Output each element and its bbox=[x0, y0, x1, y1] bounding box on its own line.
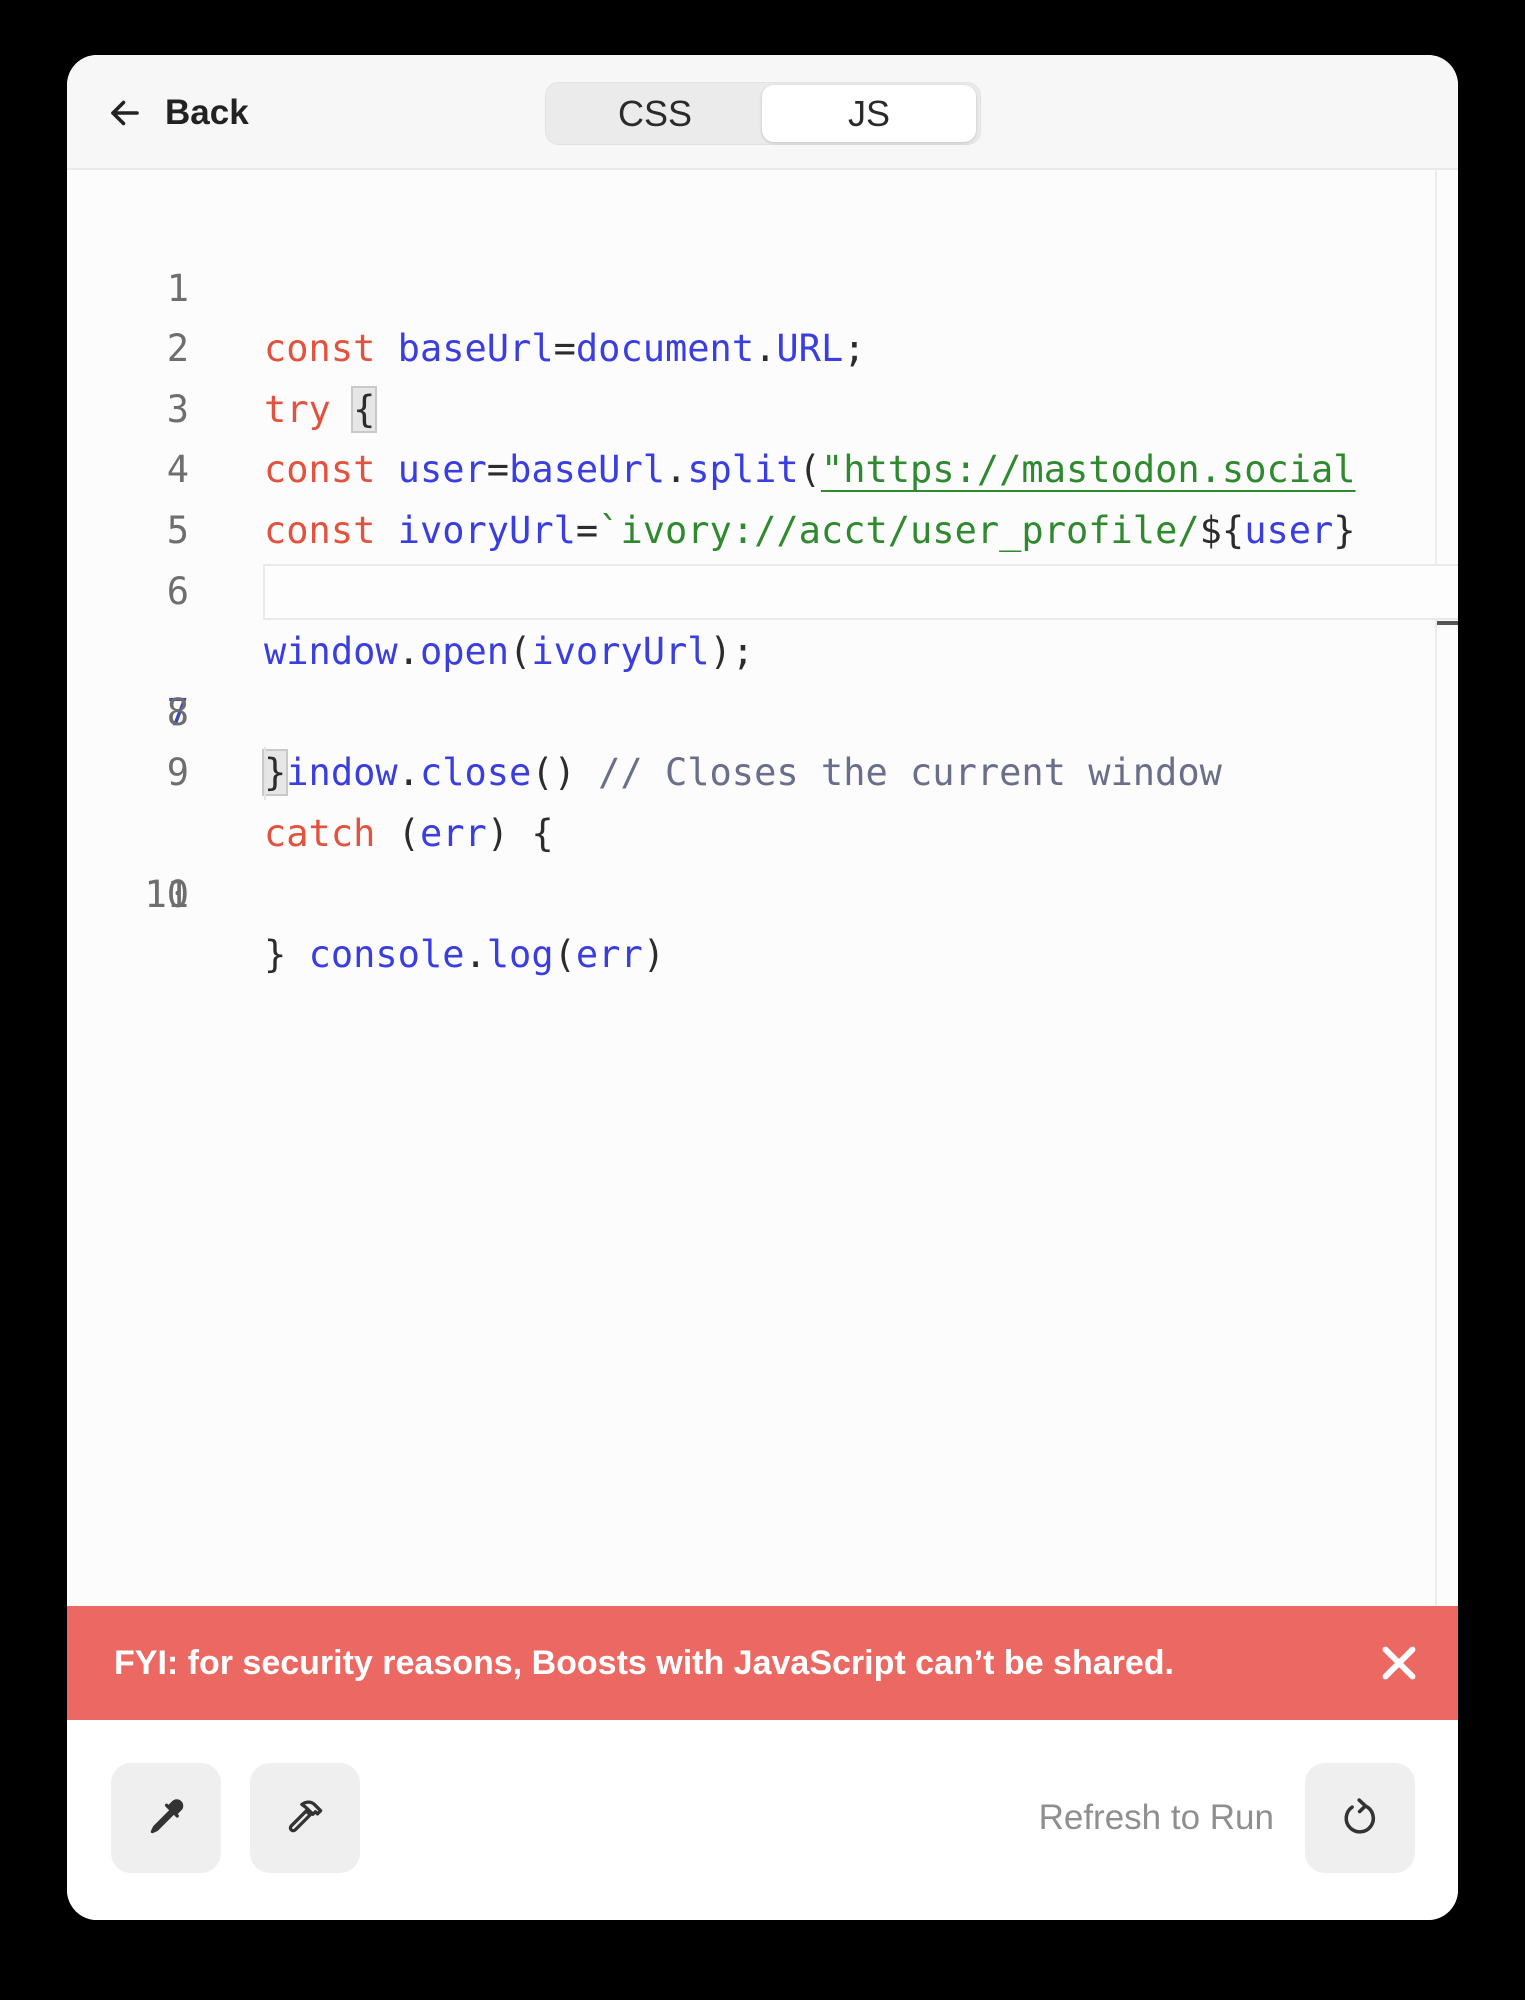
tab-css[interactable]: CSS bbox=[548, 85, 762, 142]
boost-editor-window: Back CSS JS 1 const baseUrl=document.URL… bbox=[67, 55, 1458, 1920]
code-line[interactable]: 8 } bbox=[67, 622, 1458, 797]
close-icon bbox=[1382, 1646, 1416, 1680]
banner-message: FYI: for security reasons, Boosts with J… bbox=[114, 1644, 1174, 1682]
line-content: console.log(err) bbox=[264, 925, 665, 986]
code-line[interactable]: 10 console.log(err) bbox=[67, 743, 1458, 976]
code-line-active[interactable]: 7 window.close() // Closes the current w… bbox=[67, 562, 1458, 794]
security-warning-banner: FYI: for security reasons, Boosts with J… bbox=[67, 1606, 1458, 1720]
hammer-icon bbox=[288, 1800, 323, 1833]
code-line[interactable]: 3 const user=baseUrl.split("https://mast… bbox=[67, 319, 1458, 492]
refresh-button[interactable] bbox=[1305, 1763, 1415, 1873]
language-segmented-control: CSS JS bbox=[545, 82, 981, 145]
code-lines: 1 const baseUrl=document.URL; 2 try { 3 … bbox=[67, 198, 1458, 977]
banner-close-button[interactable] bbox=[1372, 1636, 1426, 1690]
token-identifier: console bbox=[308, 933, 465, 977]
token-punct: ) bbox=[642, 933, 665, 977]
refresh-icon bbox=[1344, 1798, 1376, 1834]
line-content: } bbox=[264, 925, 286, 986]
code-line[interactable]: 6 window.open(ivoryUrl); bbox=[67, 501, 1458, 674]
header-bar: Back CSS JS bbox=[67, 55, 1458, 170]
code-line[interactable]: 1 const baseUrl=document.URL; bbox=[67, 198, 1458, 371]
code-line[interactable]: 4 const ivoryUrl=`ivory://acct/user_prof… bbox=[67, 380, 1458, 552]
token-punct: } bbox=[264, 933, 287, 977]
hammer-button[interactable] bbox=[250, 1763, 360, 1873]
token-punct: . bbox=[464, 933, 487, 977]
code-line[interactable]: 9 catch (err) { bbox=[67, 683, 1458, 855]
refresh-to-run-label: Refresh to Run bbox=[1038, 1798, 1274, 1837]
tab-js[interactable]: JS bbox=[762, 85, 976, 142]
token-identifier: err bbox=[575, 933, 643, 977]
back-label: Back bbox=[165, 93, 249, 132]
code-line[interactable]: 11 } bbox=[67, 804, 1458, 977]
code-editor[interactable]: 1 const baseUrl=document.URL; 2 try { 3 … bbox=[67, 170, 1458, 1606]
active-line-highlight bbox=[263, 563, 1458, 621]
back-button[interactable]: Back bbox=[107, 85, 249, 141]
line-number: 11 bbox=[144, 872, 189, 916]
indent-guide bbox=[264, 747, 266, 800]
eyedropper-button[interactable] bbox=[111, 1763, 221, 1873]
token-identifier: log bbox=[486, 933, 554, 977]
eyedropper-icon bbox=[150, 1799, 184, 1834]
arrow-left-icon bbox=[111, 100, 139, 126]
footer-toolbar: Refresh to Run bbox=[67, 1720, 1458, 1920]
code-line[interactable]: 2 try { bbox=[67, 259, 1458, 433]
token-punct: ( bbox=[553, 933, 576, 977]
code-line[interactable]: 5 console.log(`Opening ${ivoryUrl}`); bbox=[67, 440, 1458, 613]
